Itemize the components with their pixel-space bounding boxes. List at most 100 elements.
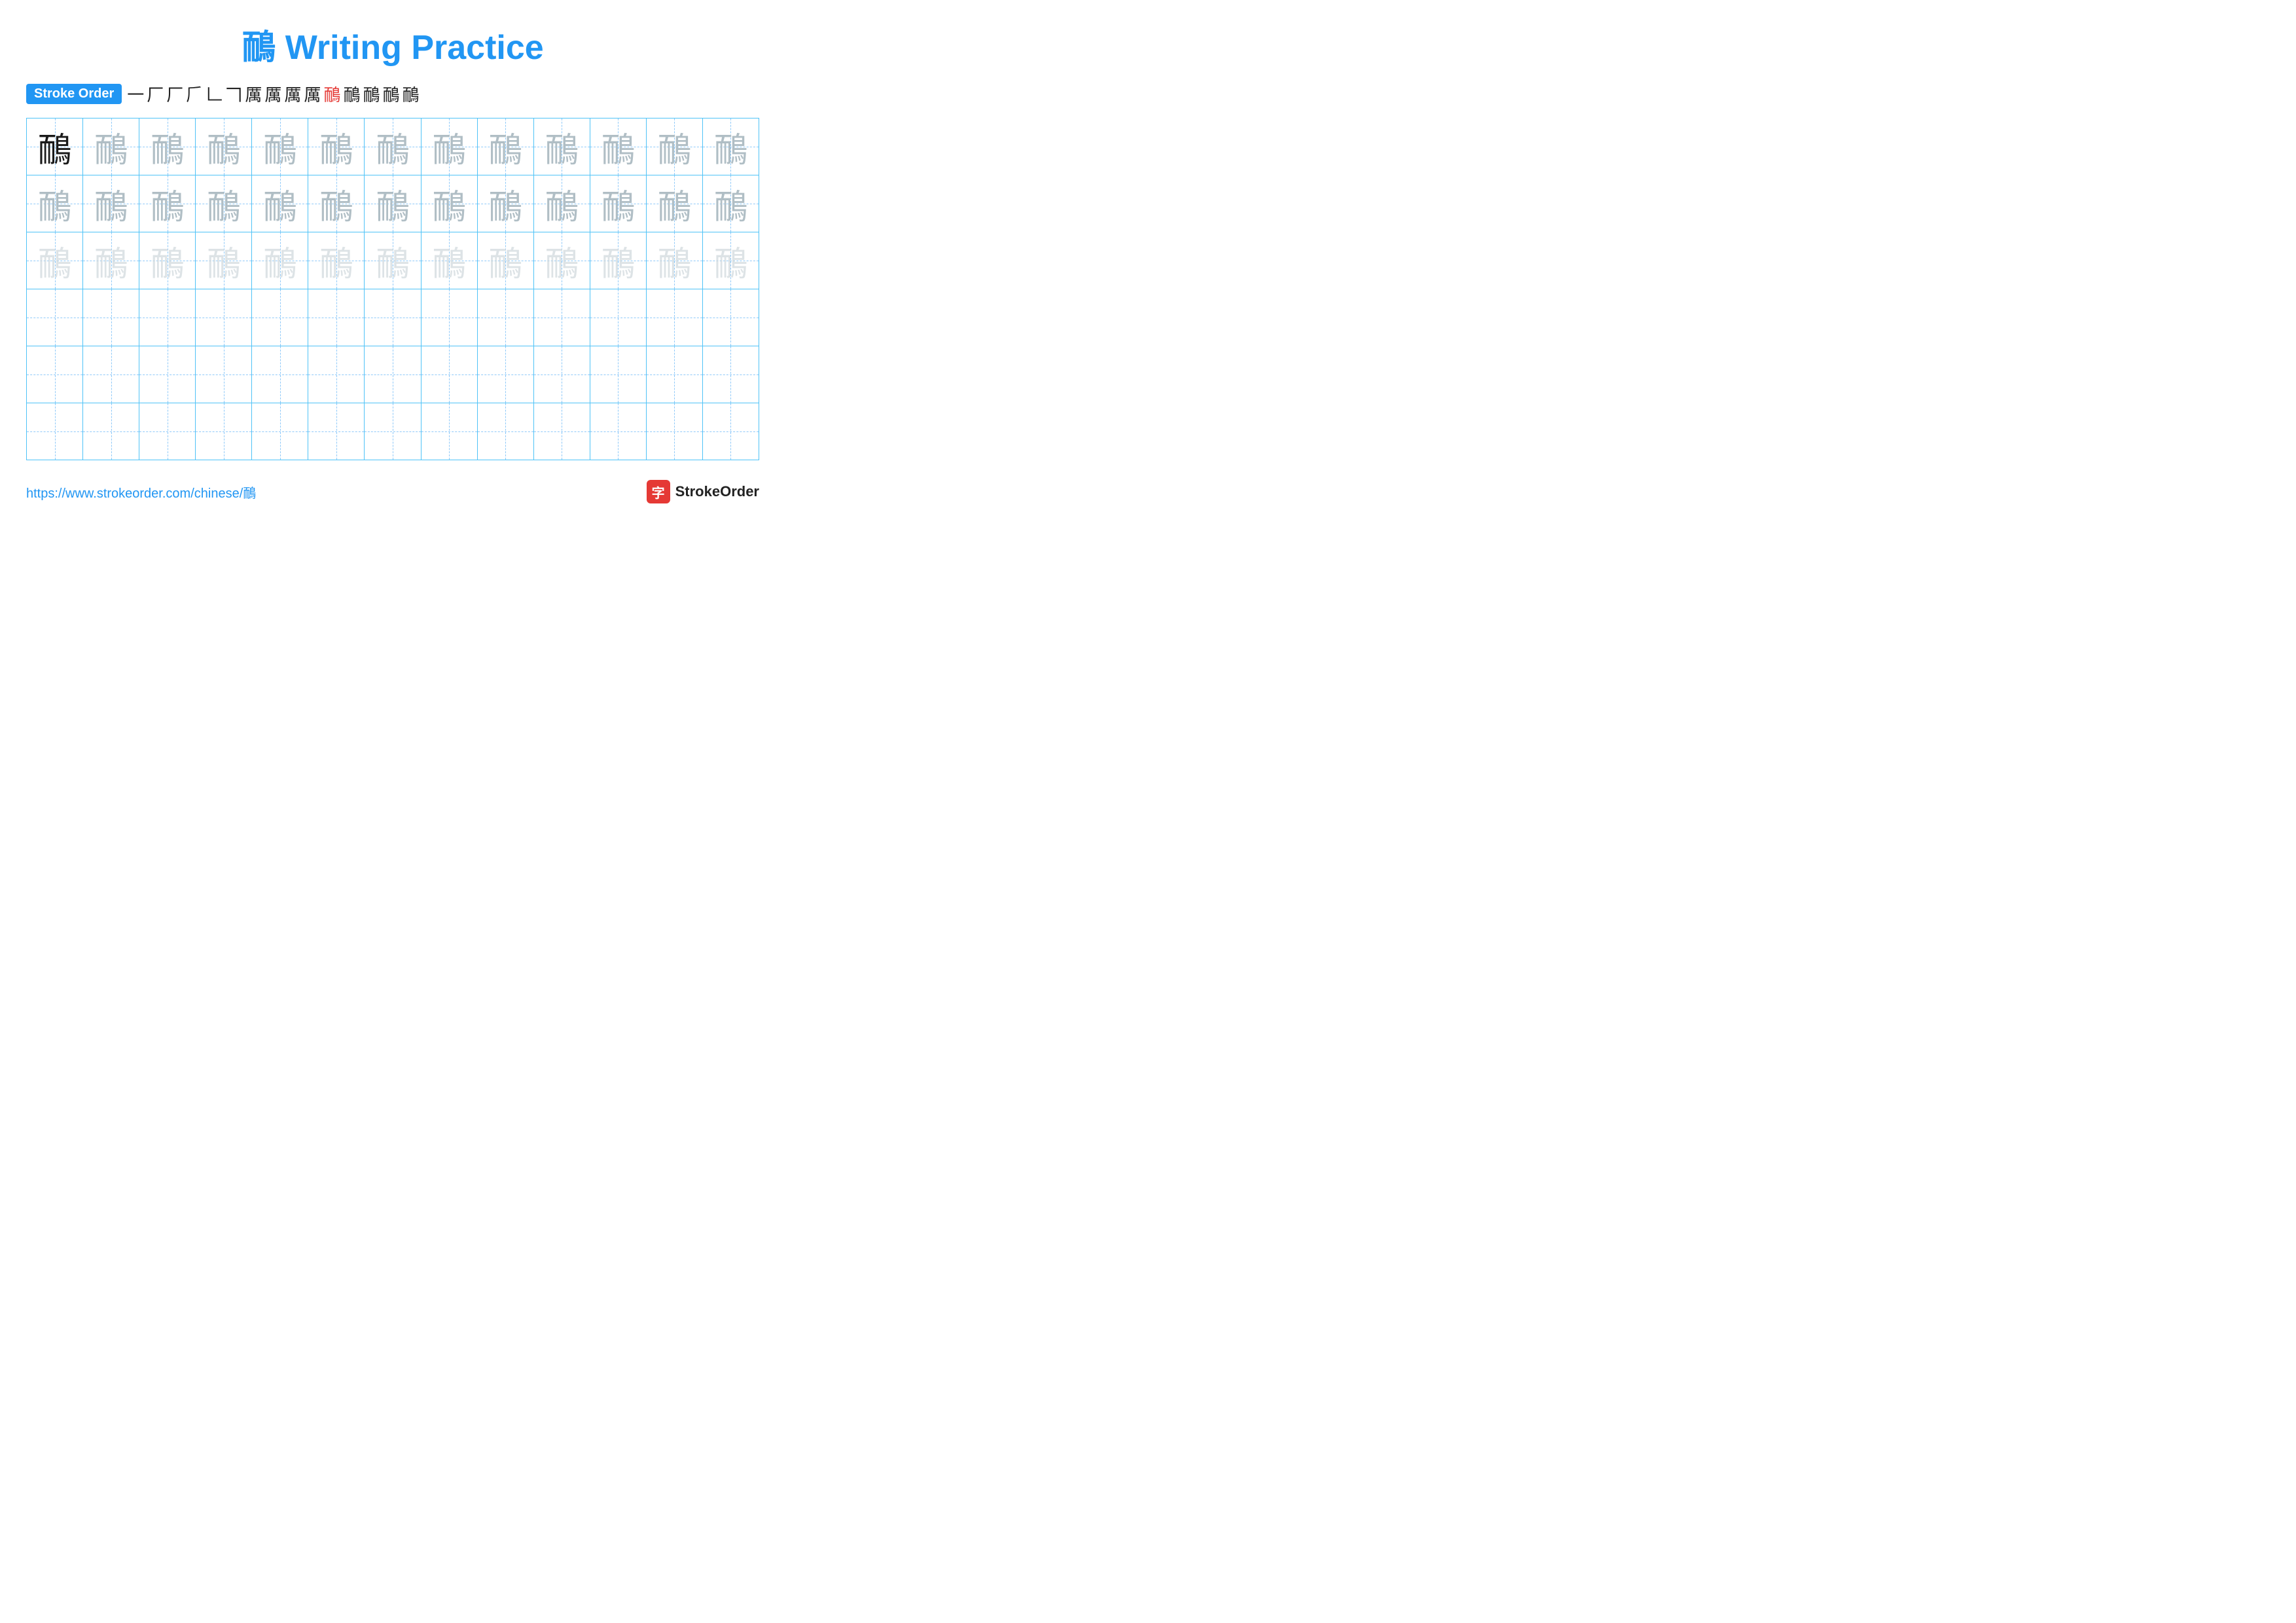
page-title: 鴯 Writing Practice <box>26 20 759 69</box>
grid-cell[interactable] <box>703 289 759 346</box>
grid-cell[interactable] <box>365 289 421 346</box>
stroke-3: 厂 <box>166 82 183 106</box>
grid-cell[interactable] <box>534 289 590 346</box>
stroke-2: 厂 <box>147 82 164 106</box>
grid-cell[interactable] <box>27 346 83 403</box>
grid-cell[interactable] <box>83 403 139 460</box>
grid-cell[interactable] <box>252 403 308 460</box>
grid-cell[interactable]: 鴯 <box>534 175 590 232</box>
grid-cell[interactable] <box>647 346 703 403</box>
grid-cell[interactable]: 鴯 <box>196 175 252 232</box>
stroke-4: 𠂆 <box>186 82 203 106</box>
grid-cell[interactable] <box>422 403 478 460</box>
grid-cell[interactable]: 鴯 <box>478 175 534 232</box>
grid-cell[interactable]: 鴯 <box>365 175 421 232</box>
grid-cell[interactable]: 鴯 <box>27 232 83 289</box>
stroke-1: 一 <box>127 82 144 106</box>
grid-cell[interactable]: 鴯 <box>139 175 196 232</box>
grid-cell[interactable]: 鴯 <box>196 119 252 175</box>
grid-cell[interactable]: 鴯 <box>703 175 759 232</box>
grid-cell[interactable]: 鴯 <box>478 232 534 289</box>
stroke-14: 鴯 <box>382 82 399 106</box>
grid-cell[interactable] <box>590 289 647 346</box>
grid-cell[interactable]: 鴯 <box>590 232 647 289</box>
stroke-13: 鴯 <box>363 82 380 106</box>
grid-cell[interactable] <box>422 346 478 403</box>
stroke-12: 鴯 <box>343 82 360 106</box>
grid-cell[interactable]: 鴯 <box>590 175 647 232</box>
grid-cell[interactable] <box>139 289 196 346</box>
stroke-11: 鴯 <box>323 82 340 106</box>
stroke-5: 𠃊 <box>206 82 223 106</box>
grid-cell[interactable] <box>422 289 478 346</box>
grid-cell[interactable] <box>83 289 139 346</box>
footer-logo: 字 StrokeOrder <box>647 480 759 503</box>
stroke-7: 厲 <box>245 82 262 106</box>
grid-cell[interactable]: 鴯 <box>196 232 252 289</box>
grid-cell[interactable]: 鴯 <box>365 232 421 289</box>
grid-cell[interactable] <box>647 403 703 460</box>
grid-cell[interactable] <box>139 346 196 403</box>
grid-cell[interactable]: 鴯 <box>252 232 308 289</box>
grid-cell[interactable] <box>27 403 83 460</box>
grid-cell[interactable]: 鴯 <box>252 119 308 175</box>
grid-cell[interactable]: 鴯 <box>534 119 590 175</box>
grid-cell[interactable]: 鴯 <box>422 232 478 289</box>
grid-cell[interactable]: 鴯 <box>308 232 365 289</box>
grid-cell[interactable] <box>83 346 139 403</box>
grid-cell[interactable]: 鴯 <box>534 232 590 289</box>
grid-cell[interactable] <box>308 346 365 403</box>
grid-cell[interactable] <box>196 403 252 460</box>
grid-cell[interactable] <box>590 346 647 403</box>
grid-cell[interactable]: 鴯 <box>365 119 421 175</box>
strokeorder-logo-icon: 字 <box>647 480 670 503</box>
grid-cell[interactable]: 鴯 <box>703 232 759 289</box>
grid-cell[interactable]: 鴯 <box>647 119 703 175</box>
grid-cell[interactable]: 鴯 <box>422 119 478 175</box>
stroke-chars: 一 厂 厂 𠂆 𠃊 𠃍 厲 厲 厲 厲 鴯 鴯 鴯 鴯 鴯 <box>127 82 419 106</box>
grid-cell[interactable] <box>196 346 252 403</box>
grid-cell[interactable]: 鴯 <box>27 175 83 232</box>
grid-cell[interactable] <box>308 289 365 346</box>
grid-cell[interactable] <box>703 346 759 403</box>
grid-cell[interactable] <box>252 346 308 403</box>
grid-cell[interactable]: 鴯 <box>647 175 703 232</box>
grid-cell[interactable]: 鴯 <box>478 119 534 175</box>
grid-row-5 <box>27 346 759 403</box>
grid-cell[interactable] <box>252 289 308 346</box>
grid-row-6 <box>27 403 759 460</box>
grid-cell[interactable] <box>139 403 196 460</box>
grid-cell[interactable] <box>365 403 421 460</box>
grid-row-3: 鴯 鴯 鴯 鴯 鴯 鴯 鴯 鴯 鴯 鴯 鴯 鴯 鴯 <box>27 232 759 289</box>
grid-cell[interactable]: 鴯 <box>139 119 196 175</box>
grid-cell[interactable]: 鴯 <box>27 119 83 175</box>
grid-cell[interactable]: 鴯 <box>308 175 365 232</box>
grid-cell[interactable] <box>534 346 590 403</box>
stroke-order-row: Stroke Order 一 厂 厂 𠂆 𠃊 𠃍 厲 厲 厲 厲 鴯 鴯 鴯 鴯… <box>26 82 759 106</box>
grid-cell[interactable]: 鴯 <box>252 175 308 232</box>
grid-cell[interactable]: 鴯 <box>83 119 139 175</box>
grid-cell[interactable]: 鴯 <box>83 175 139 232</box>
grid-cell[interactable] <box>478 403 534 460</box>
grid-cell[interactable] <box>365 346 421 403</box>
grid-cell[interactable] <box>590 403 647 460</box>
grid-cell[interactable] <box>196 289 252 346</box>
grid-row-2: 鴯 鴯 鴯 鴯 鴯 鴯 鴯 鴯 鴯 鴯 鴯 鴯 鴯 <box>27 175 759 232</box>
grid-cell[interactable]: 鴯 <box>703 119 759 175</box>
grid-row-1: 鴯 鴯 鴯 鴯 鴯 鴯 鴯 鴯 鴯 鴯 鴯 鴯 鴯 <box>27 119 759 175</box>
grid-cell[interactable]: 鴯 <box>422 175 478 232</box>
grid-cell[interactable] <box>534 403 590 460</box>
grid-cell[interactable] <box>478 289 534 346</box>
grid-cell[interactable] <box>308 403 365 460</box>
grid-cell[interactable] <box>478 346 534 403</box>
grid-cell[interactable]: 鴯 <box>590 119 647 175</box>
grid-cell[interactable]: 鴯 <box>647 232 703 289</box>
grid-cell[interactable]: 鴯 <box>308 119 365 175</box>
grid-cell[interactable] <box>703 403 759 460</box>
grid-cell[interactable]: 鴯 <box>83 232 139 289</box>
grid-cell[interactable]: 鴯 <box>139 232 196 289</box>
grid-cell[interactable] <box>647 289 703 346</box>
stroke-9: 厲 <box>284 82 301 106</box>
footer-logo-text: StrokeOrder <box>675 483 759 500</box>
grid-cell[interactable] <box>27 289 83 346</box>
